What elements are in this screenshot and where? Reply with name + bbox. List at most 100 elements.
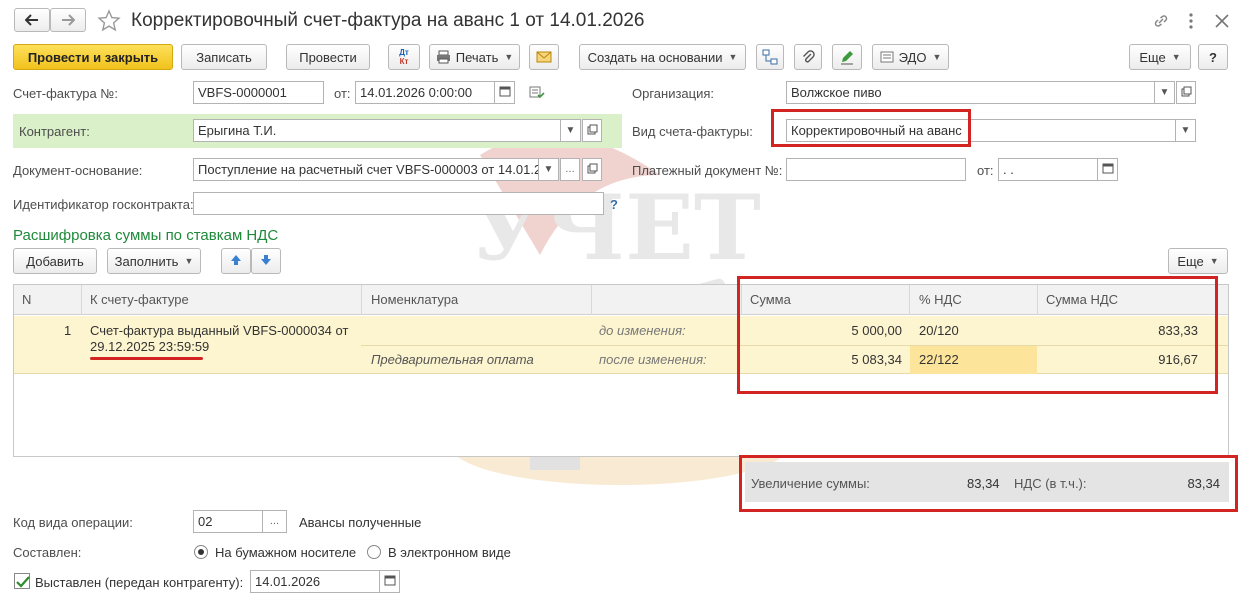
table-row[interactable]: 1 Счет-фактура выданный VBFS-0000034 от … [14,316,1228,374]
counterparty-dropdown-button[interactable]: ▼ [561,119,581,142]
invoice-date-field[interactable]: 14.01.2026 0:00:00 [355,81,495,104]
arrow-left-icon [24,12,40,28]
row-invoice-line1: Счет-фактура выданный VBFS-0000034 от [90,323,349,338]
row-before-label: до изменения: [599,323,686,338]
table-more-button[interactable]: Еще ▼ [1168,248,1228,274]
org-open-button[interactable] [1176,81,1196,104]
calendar-button[interactable] [495,81,515,104]
vat-table: N К счету-фактуре Номенклатура Сумма % Н… [13,284,1229,457]
invoice-no-field[interactable]: VBFS-0000001 [193,81,324,104]
fill-button[interactable]: Заполнить ▼ [107,248,201,274]
open-form-icon [587,124,598,138]
chevron-down-icon: ▼ [1171,52,1181,62]
envelope-icon [536,49,552,65]
op-code-select-button[interactable]: … [263,510,287,533]
more-button[interactable]: Еще ▼ [1129,44,1191,70]
help-button[interactable]: ? [1198,44,1228,70]
contract-id-field[interactable] [193,192,604,215]
counterparty-label: Контрагент: [19,124,90,139]
dt-kt-button[interactable]: Дт Кт [388,44,420,70]
col-divider [81,285,82,315]
row-after-rate: 22/122 [919,352,959,367]
save-button[interactable]: Записать [181,44,267,70]
section-title: Расшифровка суммы по ставкам НДС [13,227,279,244]
table-header: N К счету-фактуре Номенклатура Сумма % Н… [14,285,1228,315]
checkmark-icon [15,576,31,593]
open-form-icon [1181,86,1192,100]
payment-date-field[interactable]: . . [998,158,1098,181]
header-invoice: К счету-фактуре [90,292,189,307]
print-button[interactable]: Печать ▼ [429,44,520,70]
structure-button[interactable] [756,44,784,70]
org-field[interactable]: Волжское пиво [786,81,1155,104]
op-code-label: Код вида операции: [13,515,133,530]
close-icon[interactable] [1214,13,1230,29]
row-before-vat: 833,33 [1158,323,1198,338]
issued-calendar-button[interactable] [380,570,400,593]
email-button[interactable] [529,44,559,70]
issued-date-field[interactable]: 14.01.2026 [250,570,380,593]
chevron-down-icon: ▼ [1209,256,1219,266]
hierarchy-icon [762,49,778,65]
pen-sign-icon [839,49,855,65]
electronic-option-label[interactable]: В электронном виде [388,545,511,560]
col-divider [1037,285,1038,315]
payment-doc-field[interactable] [786,158,966,181]
payment-doc-label: Платежный документ №: [632,163,783,178]
create-based-label: Создать на основании [587,49,723,65]
link-icon[interactable] [1152,12,1170,30]
col-divider [591,285,592,315]
attach-button[interactable] [794,44,822,70]
row-invoice-line2: 29.12.2025 23:59:59 [90,339,210,354]
forward-button[interactable] [50,8,86,32]
op-code-field[interactable]: 02 [193,510,263,533]
create-based-button[interactable]: Создать на основании ▼ [579,44,746,70]
open-form-icon [587,163,598,177]
base-doc-dropdown-button[interactable]: ▼ [539,158,559,181]
header-nomenclature: Номенклатура [371,292,459,307]
status-doc-icon [529,86,545,102]
base-doc-select-button[interactable]: … [560,158,580,181]
vat-label: НДС (в т.ч.): [1014,476,1087,491]
move-up-button[interactable] [221,248,251,274]
base-doc-field[interactable]: Поступление на расчетный счет VBFS-00000… [193,158,539,181]
row-before-sum: 5 000,00 [851,323,902,338]
arrow-right-icon [60,12,76,28]
org-dropdown-button[interactable]: ▼ [1155,81,1175,104]
favorite-star-icon[interactable] [97,9,121,33]
calendar-icon [499,85,511,100]
post-and-close-button[interactable]: Провести и закрыть [13,44,173,70]
edo-icon [880,49,894,65]
edo-button[interactable]: ЭДО ▼ [872,44,949,70]
counterparty-open-button[interactable] [582,119,602,142]
vat-value: 83,34 [1187,476,1220,491]
arrow-up-icon [230,254,242,269]
vertical-dots-icon[interactable] [1186,12,1196,30]
contract-id-label: Идентификатор госконтракта: [13,197,194,212]
base-doc-open-button[interactable] [582,158,602,181]
op-code-desc: Авансы полученные [299,515,422,530]
fill-label: Заполнить [114,253,179,269]
invoice-type-field[interactable]: Корректировочный на аванс [786,119,1176,142]
post-button[interactable]: Провести [286,44,370,70]
electronic-radio[interactable] [367,545,381,559]
back-button[interactable] [14,8,50,32]
totals-bar: Увеличение суммы: 83,34 НДС (в т.ч.): 83… [745,462,1229,502]
calendar-icon [384,574,396,589]
payment-calendar-button[interactable] [1098,158,1118,181]
help-mark[interactable]: ? [610,197,618,212]
add-row-button[interactable]: Добавить [13,248,97,274]
chevron-down-icon: ▼ [932,52,942,62]
invoice-type-dropdown-button[interactable]: ▼ [1176,119,1196,142]
invoice-no-label: Счет-фактура №: [13,86,118,101]
dt-label: Дт [399,48,409,57]
sign-button[interactable] [832,44,862,70]
paper-option-label[interactable]: На бумажном носителе [215,545,356,560]
counterparty-field[interactable]: Ерыгина Т.И. [193,119,561,142]
org-label: Организация: [632,86,715,101]
move-down-button[interactable] [251,248,281,274]
header-vat-sum: Сумма НДС [1046,292,1119,307]
paper-radio[interactable] [194,545,208,559]
arrow-down-icon [260,254,272,269]
issued-checkbox[interactable] [14,573,30,589]
